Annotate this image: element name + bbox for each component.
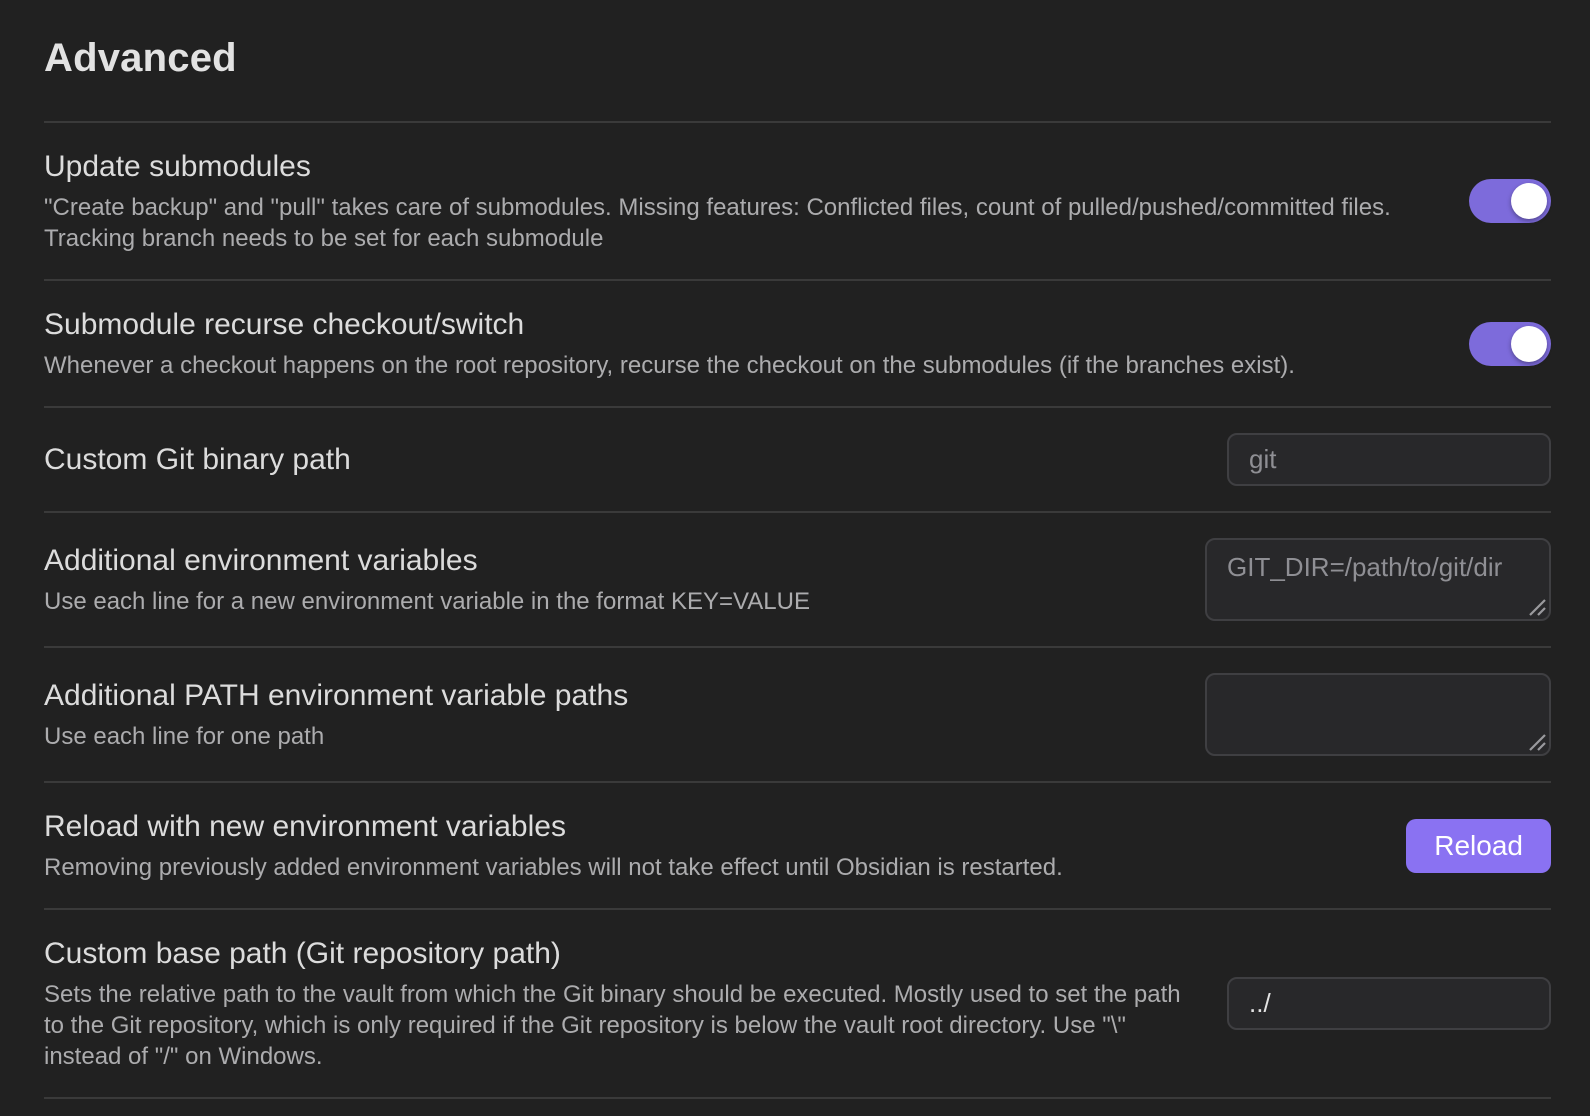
setting-info: Update submodules "Create backup" and "p… xyxy=(44,148,1441,254)
setting-control xyxy=(1205,673,1551,756)
setting-row-custom-git-binary-path: Custom Git binary path xyxy=(44,406,1551,511)
setting-name: Additional environment variables xyxy=(44,542,1177,580)
setting-description: Whenever a checkout happens on the root … xyxy=(44,350,1441,381)
settings-page: Advanced Update submodules "Create backu… xyxy=(0,0,1590,1116)
setting-control xyxy=(1227,977,1551,1030)
additional-env-variables-textarea[interactable] xyxy=(1205,538,1551,621)
section-title: Advanced xyxy=(44,0,1551,81)
textarea-wrap xyxy=(1205,538,1551,621)
additional-path-env-textarea[interactable] xyxy=(1205,673,1551,756)
setting-description: "Create backup" and "pull" takes care of… xyxy=(44,192,1441,254)
setting-name: Submodule recurse checkout/switch xyxy=(44,306,1441,344)
setting-row-update-submodules: Update submodules "Create backup" and "p… xyxy=(44,121,1551,279)
setting-info: Reload with new environment variables Re… xyxy=(44,808,1378,883)
toggle-knob-icon xyxy=(1511,326,1547,362)
setting-name: Additional PATH environment variable pat… xyxy=(44,677,1177,715)
setting-row-submodule-recurse: Submodule recurse checkout/switch Whenev… xyxy=(44,279,1551,406)
setting-control xyxy=(1469,179,1551,223)
toggle-knob-icon xyxy=(1511,183,1547,219)
setting-control xyxy=(1205,538,1551,621)
setting-info: Custom Git binary path xyxy=(44,441,1199,479)
setting-info: Custom base path (Git repository path) S… xyxy=(44,935,1199,1072)
submodule-recurse-toggle[interactable] xyxy=(1469,322,1551,366)
setting-name: Update submodules xyxy=(44,148,1441,186)
setting-control xyxy=(1227,433,1551,486)
settings-list: Update submodules "Create backup" and "p… xyxy=(44,121,1551,1099)
setting-row-additional-path-env: Additional PATH environment variable pat… xyxy=(44,646,1551,781)
update-submodules-toggle[interactable] xyxy=(1469,179,1551,223)
setting-description: Sets the relative path to the vault from… xyxy=(44,979,1199,1072)
setting-name: Custom base path (Git repository path) xyxy=(44,935,1199,973)
setting-control xyxy=(1469,322,1551,366)
custom-git-binary-path-input[interactable] xyxy=(1227,433,1551,486)
setting-row-additional-env-variables: Additional environment variables Use eac… xyxy=(44,511,1551,646)
custom-base-path-input[interactable] xyxy=(1227,977,1551,1030)
setting-info: Additional environment variables Use eac… xyxy=(44,542,1177,617)
setting-row-reload-env: Reload with new environment variables Re… xyxy=(44,781,1551,908)
setting-description: Use each line for a new environment vari… xyxy=(44,586,1177,617)
setting-info: Submodule recurse checkout/switch Whenev… xyxy=(44,306,1441,381)
setting-name: Custom Git binary path xyxy=(44,441,1199,479)
setting-row-custom-base-path: Custom base path (Git repository path) S… xyxy=(44,908,1551,1097)
setting-name: Reload with new environment variables xyxy=(44,808,1378,846)
setting-info: Additional PATH environment variable pat… xyxy=(44,677,1177,752)
setting-description: Use each line for one path xyxy=(44,721,1177,752)
textarea-wrap xyxy=(1205,673,1551,756)
reload-button[interactable]: Reload xyxy=(1406,819,1551,873)
setting-description: Removing previously added environment va… xyxy=(44,852,1378,883)
setting-control: Reload xyxy=(1406,819,1551,873)
